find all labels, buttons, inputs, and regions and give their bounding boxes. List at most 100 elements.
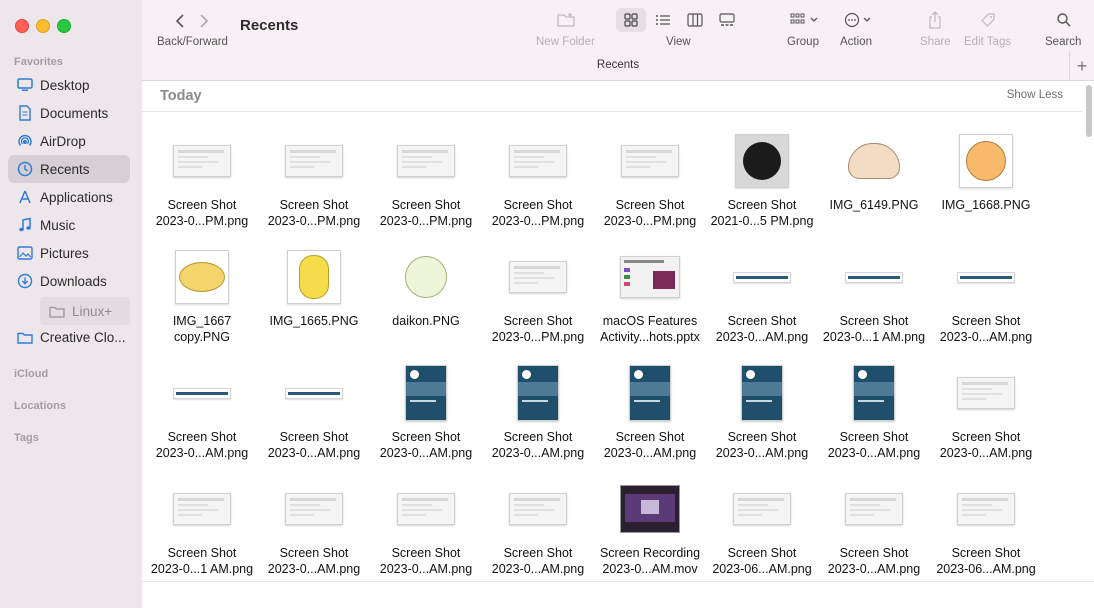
- file-thumbnail: [842, 129, 906, 193]
- file-name-line2: 2023-0...AM.png: [267, 562, 361, 576]
- action-button[interactable]: [842, 10, 876, 30]
- scrollbar[interactable]: [1084, 81, 1094, 581]
- file-item[interactable]: Screen Shot 2023-0...AM.png: [482, 475, 594, 587]
- file-name-line1: daikon.PNG: [392, 314, 460, 328]
- sidebar-item-linux-plus[interactable]: Linux+: [40, 297, 130, 325]
- file-name-line2: 2023-0...AM.mov: [602, 562, 698, 576]
- file-item[interactable]: Screen Shot 2023-0...1 AM.png: [818, 243, 930, 355]
- view-column-mode-button[interactable]: [684, 10, 706, 30]
- file-thumbnail: [618, 361, 682, 425]
- edit-tags-button[interactable]: [978, 10, 998, 30]
- file-name: Screen Shot 2023-0...AM.png: [370, 429, 482, 461]
- sidebar-item-creative-cloud[interactable]: Creative Clo...: [8, 323, 130, 351]
- sidebar-item-label: Pictures: [40, 245, 89, 261]
- file-name-line2: 2023-06...AM.png: [712, 562, 812, 576]
- file-name-line1: IMG_1667: [172, 314, 232, 328]
- minimize-button[interactable]: [36, 19, 50, 33]
- file-item[interactable]: Screen Shot 2023-06...AM.png: [706, 475, 818, 587]
- file-item[interactable]: Screen Shot 2021-0...5 PM.png: [706, 127, 818, 239]
- file-item[interactable]: Screen Shot 2023-0...AM.png: [706, 359, 818, 471]
- view-list-mode-button[interactable]: [652, 10, 674, 30]
- sidebar-item-applications[interactable]: Applications: [8, 183, 130, 211]
- file-item[interactable]: daikon.PNG: [370, 243, 482, 355]
- applications-icon: [16, 188, 34, 206]
- show-less-button[interactable]: Show Less: [1007, 89, 1063, 101]
- new-tab-button[interactable]: +: [1069, 52, 1094, 80]
- scroll-thumb[interactable]: [1086, 85, 1092, 137]
- back-button[interactable]: [172, 12, 188, 30]
- file-item[interactable]: Screen Shot 2023-0...AM.png: [930, 243, 1042, 355]
- file-item[interactable]: Screen Shot 2023-0...AM.png: [370, 359, 482, 471]
- view-gallery-mode-button[interactable]: [716, 10, 738, 30]
- share-button[interactable]: [926, 10, 944, 30]
- sidebar-item-label: AirDrop: [40, 133, 86, 149]
- file-name-line2: 2023-0...AM.png: [267, 446, 361, 460]
- sidebar-item-downloads[interactable]: Downloads: [8, 267, 130, 295]
- file-name: Screen Shot 2023-0...AM.png: [482, 545, 594, 577]
- file-item[interactable]: Screen Shot 2023-0...AM.png: [818, 359, 930, 471]
- new-folder-button[interactable]: [556, 10, 576, 30]
- file-item[interactable]: macOS Features Activity...hots.pptx: [594, 243, 706, 355]
- file-thumbnail: [282, 361, 346, 425]
- file-item[interactable]: Screen Shot 2023-0...PM.png: [258, 127, 370, 239]
- icloud-header[interactable]: iCloud: [14, 368, 48, 380]
- close-button[interactable]: [15, 19, 29, 33]
- file-item[interactable]: Screen Shot 2023-0...PM.png: [482, 243, 594, 355]
- file-item[interactable]: Screen Shot 2023-0...AM.png: [258, 475, 370, 587]
- sidebar-item-music[interactable]: Music: [8, 211, 130, 239]
- view-icon-mode-button[interactable]: [616, 8, 646, 32]
- chevron-right-icon: [200, 14, 209, 28]
- zoom-button[interactable]: [57, 19, 71, 33]
- file-name: Screen Shot 2023-0...AM.png: [706, 313, 818, 345]
- music-note-icon: [16, 216, 34, 234]
- file-name: Screen Shot 2021-0...5 PM.png: [706, 197, 818, 229]
- file-item[interactable]: Screen Recording 2023-0...AM.mov: [594, 475, 706, 587]
- file-name-line1: Screen Shot: [951, 546, 1021, 560]
- file-item[interactable]: Screen Shot 2023-0...AM.png: [258, 359, 370, 471]
- file-item[interactable]: Screen Shot 2023-0...PM.png: [146, 127, 258, 239]
- file-item[interactable]: Screen Shot 2023-0...AM.png: [818, 475, 930, 587]
- file-name: Screen Shot 2023-0...AM.png: [818, 545, 930, 577]
- share-label: Share: [920, 36, 951, 48]
- sidebar-item-desktop[interactable]: Desktop: [8, 71, 130, 99]
- sidebar-item-documents[interactable]: Documents: [8, 99, 130, 127]
- file-item[interactable]: Screen Shot 2023-0...AM.png: [482, 359, 594, 471]
- file-thumbnail: [730, 361, 794, 425]
- search-button[interactable]: [1054, 10, 1074, 30]
- group-button[interactable]: [788, 10, 822, 30]
- file-browser: Today Show Less Screen Shot 2023-0...PM.p…: [142, 81, 1094, 608]
- file-item[interactable]: Screen Shot 2023-0...1 AM.png: [146, 475, 258, 587]
- file-thumbnail: [954, 477, 1018, 541]
- file-item[interactable]: IMG_1668.PNG: [930, 127, 1042, 239]
- file-name-line1: Screen Shot: [727, 430, 797, 444]
- sidebar-item-pictures[interactable]: Pictures: [8, 239, 130, 267]
- share-icon: [929, 11, 941, 29]
- file-thumbnail: [170, 477, 234, 541]
- file-thumbnail: [842, 477, 906, 541]
- file-item[interactable]: Screen Shot 2023-0...AM.png: [146, 359, 258, 471]
- file-item[interactable]: Screen Shot 2023-0...PM.png: [370, 127, 482, 239]
- sidebar-item-airdrop[interactable]: AirDrop: [8, 127, 130, 155]
- forward-button[interactable]: [196, 12, 212, 30]
- photo-icon: [16, 244, 34, 262]
- file-item[interactable]: IMG_6149.PNG: [818, 127, 930, 239]
- file-item[interactable]: Screen Shot 2023-0...PM.png: [594, 127, 706, 239]
- file-item[interactable]: IMG_1667 copy.PNG: [146, 243, 258, 355]
- file-item[interactable]: Screen Shot 2023-0...PM.png: [482, 127, 594, 239]
- file-name-line1: Screen Shot: [279, 546, 349, 560]
- locations-header[interactable]: Locations: [14, 400, 66, 412]
- file-item[interactable]: Screen Shot 2023-0...AM.png: [930, 359, 1042, 471]
- file-item[interactable]: Screen Shot 2023-0...AM.png: [370, 475, 482, 587]
- file-name: Screen Shot 2023-0...AM.png: [482, 429, 594, 461]
- clock-icon: [16, 160, 34, 178]
- sidebar: Favorites Desktop Documents AirDrop Rece…: [0, 0, 143, 608]
- sidebar-item-recents[interactable]: Recents: [8, 155, 130, 183]
- tags-header[interactable]: Tags: [14, 432, 39, 444]
- file-item[interactable]: Screen Shot 2023-0...AM.png: [706, 243, 818, 355]
- group-label: Group: [787, 36, 819, 48]
- file-item[interactable]: Screen Shot 2023-0...AM.png: [594, 359, 706, 471]
- file-name-line2: 2023-0...AM.png: [491, 446, 585, 460]
- file-item[interactable]: Screen Shot 2023-06...AM.png: [930, 475, 1042, 587]
- file-item[interactable]: IMG_1665.PNG: [258, 243, 370, 355]
- file-name-line1: Screen Shot: [391, 546, 461, 560]
